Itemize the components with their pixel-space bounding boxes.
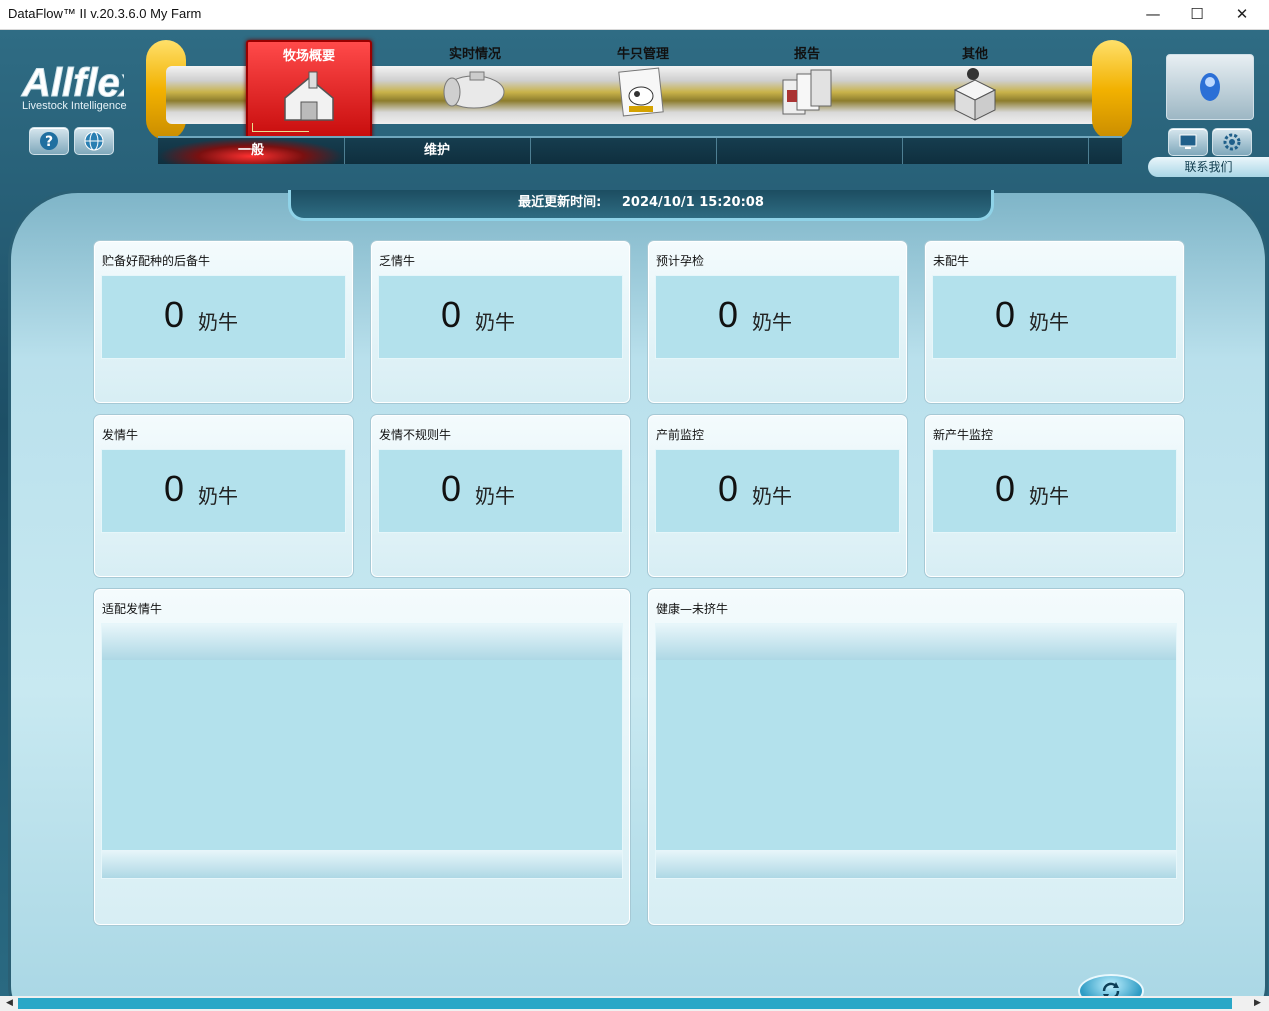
card-count: 0 <box>995 468 1016 509</box>
card-value-box: 0 奶牛 <box>378 449 623 533</box>
stat-card[interactable]: 未配牛 0 奶牛 <box>924 240 1185 404</box>
card-value-box: 0 奶牛 <box>378 275 623 359</box>
card-unit: 奶牛 <box>475 484 515 508</box>
subtab-empty <box>530 138 717 164</box>
subtab-empty <box>902 138 1089 164</box>
subtab-general[interactable]: 一般 <box>158 138 345 164</box>
window-title: DataFlow™ II v.20.3.6.0 My Farm <box>8 6 202 21</box>
maximize-button[interactable]: ☐ <box>1174 0 1220 29</box>
tank-icon <box>443 71 505 109</box>
help-icon: ? <box>40 132 58 150</box>
app-body: Allflex Livestock Intelligence ? 牧场概要 <box>0 30 1269 1011</box>
card-value-box: 0 奶牛 <box>101 275 346 359</box>
scroll-right-icon[interactable]: ▶ <box>1250 996 1265 1011</box>
card-title: 乏情牛 <box>379 254 416 268</box>
tab-realtime[interactable]: 实时情况 <box>414 40 536 135</box>
box-icon <box>953 68 997 121</box>
monitor-button[interactable] <box>1168 128 1208 156</box>
svg-text:?: ? <box>45 134 53 150</box>
card-count: 0 <box>164 468 185 509</box>
tab-label: 报告 <box>793 47 820 62</box>
web-button[interactable] <box>74 127 114 155</box>
card-count: 0 <box>441 294 462 335</box>
list-footer <box>102 850 622 878</box>
list-card-suitable-heat: 适配发情牛 <box>93 588 631 926</box>
horizontal-scrollbar[interactable]: ◀ ▶ <box>0 996 1269 1011</box>
scrollbar-thumb[interactable] <box>18 998 1232 1009</box>
card-unit: 奶牛 <box>198 484 238 508</box>
list-card-health-unmilked: 健康—未挤牛 <box>647 588 1185 926</box>
card-unit: 奶牛 <box>752 310 792 334</box>
status-light-panel <box>1166 54 1254 120</box>
card-unit: 奶牛 <box>475 310 515 334</box>
stat-card[interactable]: 新产牛监控 0 奶牛 <box>924 414 1185 578</box>
card-value-box: 0 奶牛 <box>101 449 346 533</box>
settings-button[interactable] <box>1212 128 1252 156</box>
card-title: 贮备好配种的后备牛 <box>102 254 211 268</box>
scroll-left-icon[interactable]: ◀ <box>2 996 17 1011</box>
card-unit: 奶牛 <box>1029 310 1069 334</box>
last-update-bar: 最近更新时间: 2024/10/1 15:20:08 <box>288 190 994 221</box>
card-title: 新产牛监控 <box>933 428 994 442</box>
subtab-maintenance[interactable]: 维护 <box>344 138 531 164</box>
card-unit: 奶牛 <box>752 484 792 508</box>
tab-other[interactable]: 其他 <box>914 40 1036 135</box>
reports-icon <box>782 69 832 115</box>
card-title: 发情牛 <box>102 428 139 442</box>
card-value-box: 0 奶牛 <box>655 275 900 359</box>
cow-card-icon <box>618 67 664 117</box>
title-bar: DataFlow™ II v.20.3.6.0 My Farm — ☐ ✕ <box>0 0 1269 30</box>
barn-icon <box>284 71 334 121</box>
card-value-box: 0 奶牛 <box>932 449 1177 533</box>
tab-reports[interactable]: 报告 <box>746 40 868 135</box>
tab-label: 牧场概要 <box>282 49 335 64</box>
active-tab-indicator <box>252 123 309 132</box>
tab-label: 实时情况 <box>448 47 501 62</box>
monitor-icon <box>1179 134 1197 149</box>
card-title: 预计孕检 <box>656 254 705 268</box>
tube-cap-right <box>1092 40 1132 140</box>
stat-card[interactable]: 乏情牛 0 奶牛 <box>370 240 631 404</box>
sub-nav: 一般 维护 <box>158 136 1122 164</box>
card-title: 发情不规则牛 <box>379 428 452 442</box>
stat-card[interactable]: 产前监控 0 奶牛 <box>647 414 908 578</box>
stat-card[interactable]: 发情牛 0 奶牛 <box>93 414 354 578</box>
card-value-box: 0 奶牛 <box>932 275 1177 359</box>
card-count: 0 <box>718 294 739 335</box>
tab-label: 其他 <box>961 47 988 62</box>
card-unit: 奶牛 <box>198 310 238 334</box>
contact-us-button[interactable]: 联系我们 <box>1148 157 1269 177</box>
list-grid[interactable] <box>655 623 1177 879</box>
list-header <box>656 624 1176 660</box>
minimize-button[interactable]: — <box>1130 0 1176 29</box>
logo-text: Allflex <box>21 61 124 105</box>
card-title: 未配牛 <box>933 254 970 268</box>
card-title: 产前监控 <box>656 428 705 442</box>
list-grid[interactable] <box>101 623 623 879</box>
stat-card[interactable]: 贮备好配种的后备牛 0 奶牛 <box>93 240 354 404</box>
list-header <box>102 624 622 660</box>
list-footer <box>656 850 1176 878</box>
tab-cow-management[interactable]: 牛只管理 <box>582 40 704 135</box>
last-update-value: 2024/10/1 15:20:08 <box>621 195 764 210</box>
close-button[interactable]: ✕ <box>1219 0 1265 29</box>
subtab-empty <box>716 138 903 164</box>
card-count: 0 <box>441 468 462 509</box>
tagline: Livestock Intelligence <box>22 100 127 112</box>
tab-label: 牛只管理 <box>616 47 669 62</box>
card-unit: 奶牛 <box>1029 484 1069 508</box>
list-title: 适配发情牛 <box>102 602 163 616</box>
help-button[interactable]: ? <box>29 127 69 155</box>
status-light-icon <box>1200 73 1220 101</box>
card-count: 0 <box>995 294 1016 335</box>
last-update-label: 最近更新时间: <box>518 195 602 210</box>
card-value-box: 0 奶牛 <box>655 449 900 533</box>
card-count: 0 <box>718 468 739 509</box>
stat-card[interactable]: 发情不规则牛 0 奶牛 <box>370 414 631 578</box>
globe-icon <box>84 131 104 151</box>
list-title: 健康—未挤牛 <box>656 602 729 616</box>
card-count: 0 <box>164 294 185 335</box>
gear-icon <box>1223 133 1241 151</box>
stat-card[interactable]: 预计孕检 0 奶牛 <box>647 240 908 404</box>
